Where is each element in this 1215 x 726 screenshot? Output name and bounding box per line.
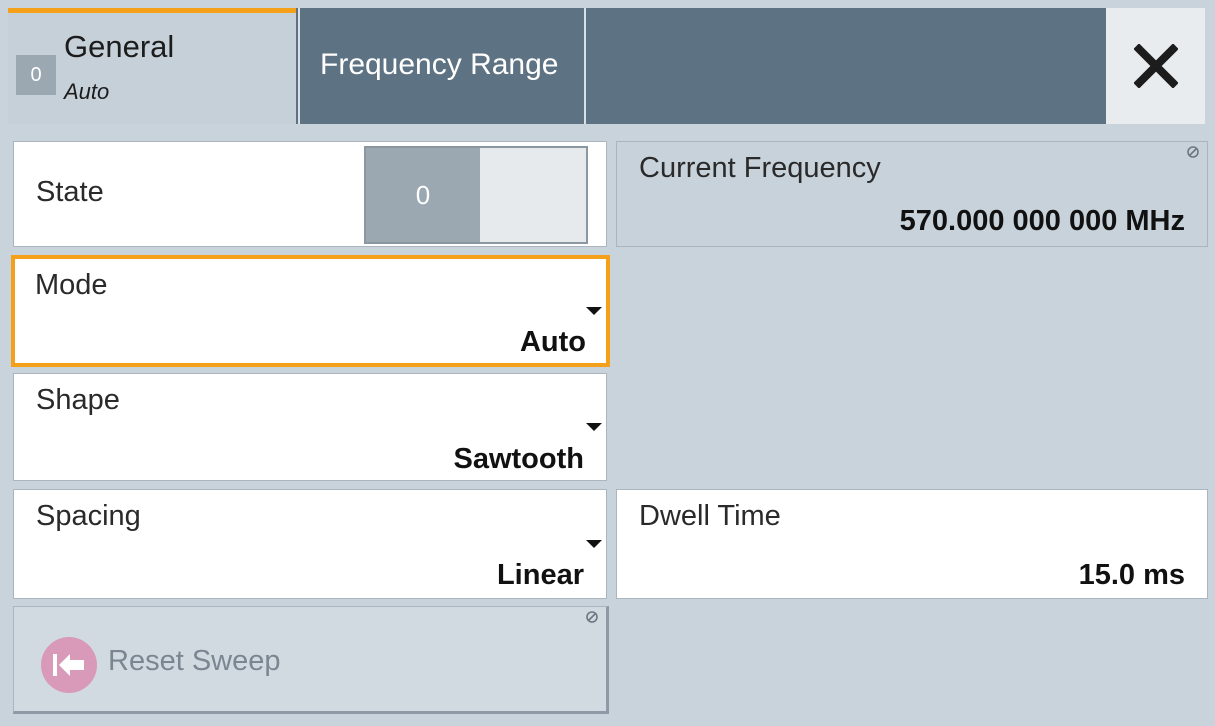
tab-general-title: General [64, 29, 175, 64]
spacing-dropdown[interactable]: Spacing Linear [13, 489, 607, 599]
tab-general-state-indicator: 0 [16, 55, 56, 95]
shape-value: Sawtooth [453, 443, 585, 475]
spacing-label: Spacing [36, 500, 141, 532]
dropdown-arrow-icon [586, 540, 602, 548]
dwell-time-value: 15.0 ms [1078, 559, 1185, 591]
state-toggle-knob: 0 [366, 148, 480, 242]
close-button[interactable] [1106, 8, 1205, 124]
current-frequency-value: 570.000 000 000 MHz [899, 205, 1185, 237]
state-label: State [36, 176, 104, 208]
dwell-time-field[interactable]: Dwell Time 15.0 ms [616, 489, 1208, 599]
dropdown-arrow-icon [586, 307, 602, 315]
mode-value: Auto [519, 326, 586, 358]
dropdown-arrow-icon [586, 423, 602, 431]
dwell-time-label: Dwell Time [639, 500, 781, 532]
current-frequency-field: Current Frequency 570.000 000 000 MHz [616, 141, 1208, 247]
tab-frequency-range[interactable]: Frequency Range [298, 8, 586, 124]
state-toggle[interactable]: 0 [364, 146, 588, 244]
spacing-value: Linear [496, 559, 584, 591]
tab-general[interactable]: 0 General Auto [8, 8, 296, 124]
reset-sweep-button[interactable]: Reset Sweep [13, 606, 609, 714]
read-only-icon [586, 611, 598, 623]
mode-dropdown[interactable]: Mode Auto [11, 255, 610, 367]
state-field: State 0 [13, 141, 607, 247]
sweep-dialog: 0 General Auto Frequency Range State 0 C… [0, 0, 1215, 726]
reset-sweep-label: Reset Sweep [108, 645, 281, 677]
close-icon [1133, 44, 1178, 88]
tab-frequency-range-title: Frequency Range [320, 48, 559, 81]
current-frequency-label: Current Frequency [639, 152, 881, 184]
tab-general-subtitle: Auto [64, 79, 110, 104]
tab-bar: 0 General Auto Frequency Range [8, 8, 1205, 124]
mode-label: Mode [35, 269, 108, 301]
shape-dropdown[interactable]: Shape Sawtooth [13, 373, 607, 481]
reset-arrow-icon [41, 637, 97, 693]
shape-label: Shape [36, 384, 120, 416]
read-only-icon [1187, 146, 1199, 158]
